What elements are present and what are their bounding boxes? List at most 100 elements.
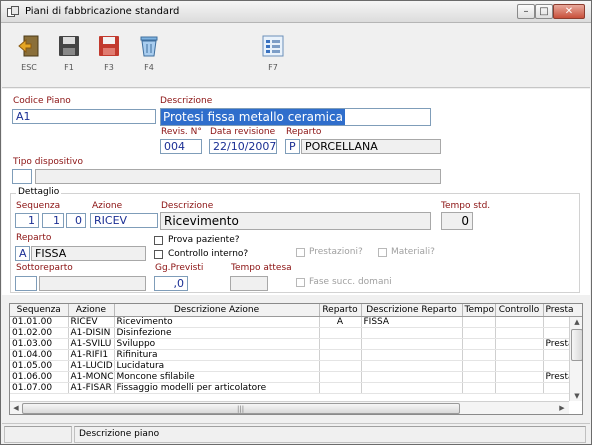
cell-reparto [319,360,362,372]
table-row[interactable]: 01.02.00 A1-DISIN Disinfezione [10,327,582,339]
horizontal-scroll-thumb[interactable]: ||| [22,403,460,414]
table-row[interactable]: 01.04.00 A1-RIFI1 Rifinitura [10,349,582,361]
cell-tempo [462,349,496,361]
cell-azione: A1-FISAR [68,382,115,394]
save-new-icon [99,36,119,56]
codice-piano-field[interactable]: A1 [12,109,156,124]
table-row[interactable]: 01.06.00 A1-MONCO Moncone sfilabile Pres… [10,371,582,383]
azione-field[interactable]: RICEV [90,213,158,228]
col-header-reparto[interactable]: Reparto [319,304,362,317]
azione-label: Azione [92,201,123,211]
vertical-scroll-thumb[interactable] [571,329,582,361]
table-row[interactable]: 01.03.00 A1-SVILU Sviluppo Presta [10,338,582,350]
cell-reparto [319,349,362,361]
window-title: Piani di fabbricazione standard [25,6,180,17]
prova-paziente-checkbox[interactable] [154,236,163,245]
cell-sequenza: 01.07.00 [10,382,69,394]
tempo-attesa-label: Tempo attesa [231,263,292,273]
table-row[interactable]: 01.07.00 A1-FISAR Fissaggio modelli per … [10,382,582,394]
col-header-controllo[interactable]: Controllo [495,304,544,317]
f1-label: F1 [64,63,74,72]
descrizione-field[interactable]: Protesi fissa metallo ceramica [160,108,431,126]
cell-azione: A1-SVILU [68,338,115,350]
col-header-presta[interactable]: Presta [543,304,582,317]
cell-tempo [462,338,496,350]
main-form: Codice Piano A1 Descrizione Protesi fiss… [2,89,590,295]
tipo-dispositivo-code-field[interactable] [12,169,32,184]
cell-descrizione: Sviluppo [114,338,320,350]
prestazioni-checkbox[interactable] [296,248,305,257]
f7-label: F7 [268,63,278,72]
sottoreparto-label: Sottoreparto [16,263,73,273]
materiali-checkbox[interactable] [378,248,387,257]
scroll-down-arrow-icon[interactable]: ▼ [570,391,582,401]
scroll-left-arrow-icon[interactable]: ◀ [10,402,22,414]
cell-azione: A1-MONCO [68,371,115,383]
cell-descrizione-reparto [361,349,463,361]
revis-label: Revis. N° [161,127,202,137]
gg-previsti-field[interactable]: ,0 [154,276,188,291]
fase-succ-checkbox[interactable] [296,278,305,287]
scroll-up-arrow-icon[interactable]: ▲ [570,317,582,327]
cell-descrizione-reparto [361,360,463,372]
grid-header-row: Sequenza Azione Descrizione Azione Repar… [10,304,582,317]
descrizione-selected-text: Protesi fissa metallo ceramica [161,109,345,125]
data-revisione-field[interactable]: 22/10/2007 [209,139,277,154]
cell-descrizione: Ricevimento [114,316,320,328]
close-button[interactable]: ✕ [553,4,585,19]
title-bar: Piani di fabbricazione standard – □ ✕ [1,1,591,23]
tipo-dispositivo-name-field [35,169,441,184]
horizontal-scrollbar[interactable]: ◀ ||| ▶ [10,401,569,414]
dettaglio-descrizione-field: Ricevimento [160,212,431,230]
cell-descrizione-reparto: FISSA [361,316,463,328]
cell-reparto: A [319,316,362,328]
cell-tempo [462,371,496,383]
scroll-right-arrow-icon[interactable]: ▶ [556,402,568,414]
table-row[interactable]: 01.05.00 A1-LUCID Lucidatura [10,360,582,372]
cell-sequenza: 01.05.00 [10,360,69,372]
tempo-std-label: Tempo std. [441,201,491,211]
sequenza-part1-field[interactable]: 1 [15,213,39,228]
save-new-button-f3[interactable]: F3 [92,28,126,84]
cell-descrizione-reparto [361,338,463,350]
col-header-descrizione-reparto[interactable]: Descrizione Reparto [361,304,463,317]
save-button-f1[interactable]: F1 [52,28,86,84]
col-header-descrizione-azione[interactable]: Descrizione Azione [114,304,320,317]
cell-descrizione: Disinfezione [114,327,320,339]
delete-button-f4[interactable]: F4 [132,28,166,84]
cell-descrizione: Lucidatura [114,360,320,372]
cell-sequenza: 01.02.00 [10,327,69,339]
sottoreparto-code-field[interactable] [15,276,37,291]
sequence-table: Sequenza Azione Descrizione Azione Repar… [10,304,582,394]
col-header-tempo[interactable]: Tempo [462,304,496,317]
cell-descrizione-reparto [361,327,463,339]
trash-icon [140,36,158,57]
sequenza-part2-field[interactable]: 1 [42,213,64,228]
revis-field[interactable]: 004 [160,139,202,154]
status-bar: Descrizione piano [2,423,590,444]
col-header-sequenza[interactable]: Sequenza [10,304,69,317]
f3-label: F3 [104,63,114,72]
esc-button[interactable]: ESC [12,28,46,84]
cell-controllo [495,360,544,372]
cell-controllo [495,327,544,339]
cell-azione: A1-RIFI1 [68,349,115,361]
dettaglio-reparto-code-field[interactable]: A [15,246,30,261]
materiali-label: Materiali? [391,247,435,257]
tempo-std-field: 0 [441,212,473,230]
esc-label: ESC [21,63,37,72]
controllo-interno-checkbox[interactable] [154,250,163,259]
col-header-azione[interactable]: Azione [68,304,115,317]
sequenza-part3-field[interactable]: 0 [66,213,86,228]
minimize-button[interactable]: – [517,4,535,19]
maximize-button[interactable]: □ [535,4,553,19]
cell-descrizione: Moncone sfilabile [114,371,320,383]
list-button-f7[interactable]: F7 [256,28,290,84]
table-row[interactable]: 01.01.00 RICEV Ricevimento A FISSA [10,316,582,328]
tipo-dispositivo-label: Tipo dispositivo [13,157,83,167]
codice-piano-label: Codice Piano [13,96,71,106]
sottoreparto-name-field [39,276,146,291]
cell-reparto [319,327,362,339]
vertical-scrollbar[interactable]: ▲ ▼ [569,317,582,401]
reparto-code-field[interactable]: P [285,139,300,154]
